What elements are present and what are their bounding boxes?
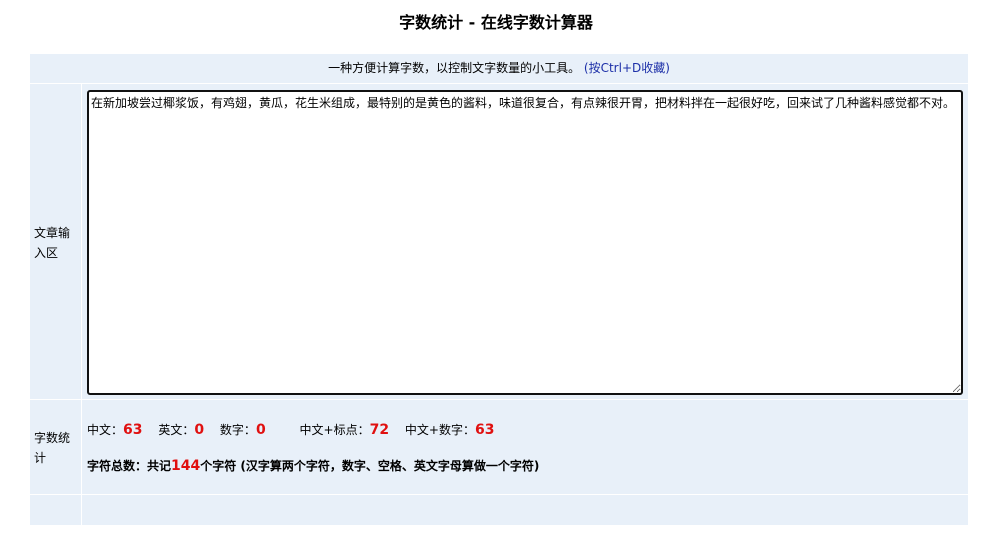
stat-english-count: 0 — [194, 422, 205, 438]
stat-digit-label: 数字： — [219, 423, 256, 437]
stat-cn-digit-label: 中文+数字： — [404, 423, 475, 437]
total-count: 144 — [171, 458, 201, 474]
stat-chinese-count: 63 — [123, 422, 143, 438]
stat-digit: 数字：0 — [219, 422, 266, 438]
stats-label: 字数统计 — [34, 431, 71, 465]
empty-area-cell — [82, 495, 968, 525]
total-suffix: 个字符 (汉字算两个字符，数字、空格、英文字母算做一个字符) — [200, 459, 540, 473]
stats-area-cell: 中文：63 英文：0 数字：0 中文+标点：72 中文+数字：63 字符总数：共… — [82, 400, 968, 494]
stats-counts: 中文：63 英文：0 数字：0 中文+标点：72 中文+数字：63 — [87, 420, 506, 440]
article-input[interactable]: 在新加坡尝过椰浆饭，有鸡翅，黄瓜，花生米组成，最特别的是黄色的酱料，味道很复合，… — [87, 90, 963, 395]
stat-cn-punct-label: 中文+标点： — [299, 423, 370, 437]
page-title: 字数统计 - 在线字数计算器 — [399, 13, 593, 32]
intro-text: 一种方便计算字数，以控制文字数量的小工具。 — [328, 61, 581, 75]
stat-chinese: 中文：63 — [87, 422, 143, 438]
input-label-cell: 文章输入区 — [30, 84, 81, 399]
stat-cn-digit-count: 63 — [474, 422, 495, 438]
stat-english: 英文：0 — [158, 422, 205, 438]
stat-english-label: 英文： — [158, 423, 195, 437]
stats-total: 字符总数：共记144个字符 (汉字算两个字符，数字、空格、英文字母算做一个字符) — [87, 456, 539, 476]
empty-label-cell — [30, 495, 81, 525]
input-area-cell: 在新加坡尝过椰浆饭，有鸡翅，黄瓜，花生米组成，最特别的是黄色的酱料，味道很复合，… — [82, 84, 968, 399]
stat-cn-punct: 中文+标点：72 — [299, 422, 390, 438]
stat-cn-punct-count: 72 — [369, 422, 390, 438]
input-label: 文章输入区 — [34, 226, 71, 260]
total-prefix: 字符总数：共记 — [87, 459, 172, 473]
intro-row: 一种方便计算字数，以控制文字数量的小工具。 (按Ctrl+D收藏) — [30, 54, 968, 83]
stats-label-cell: 字数统计 — [30, 400, 81, 494]
stat-chinese-label: 中文： — [87, 423, 124, 437]
word-count-tool: 一种方便计算字数，以控制文字数量的小工具。 (按Ctrl+D收藏) 文章输入区 … — [30, 54, 968, 525]
bookmark-hint: (按Ctrl+D收藏) — [583, 61, 670, 75]
stat-digit-count: 0 — [255, 422, 266, 438]
stat-cn-digit: 中文+数字：63 — [404, 422, 495, 438]
